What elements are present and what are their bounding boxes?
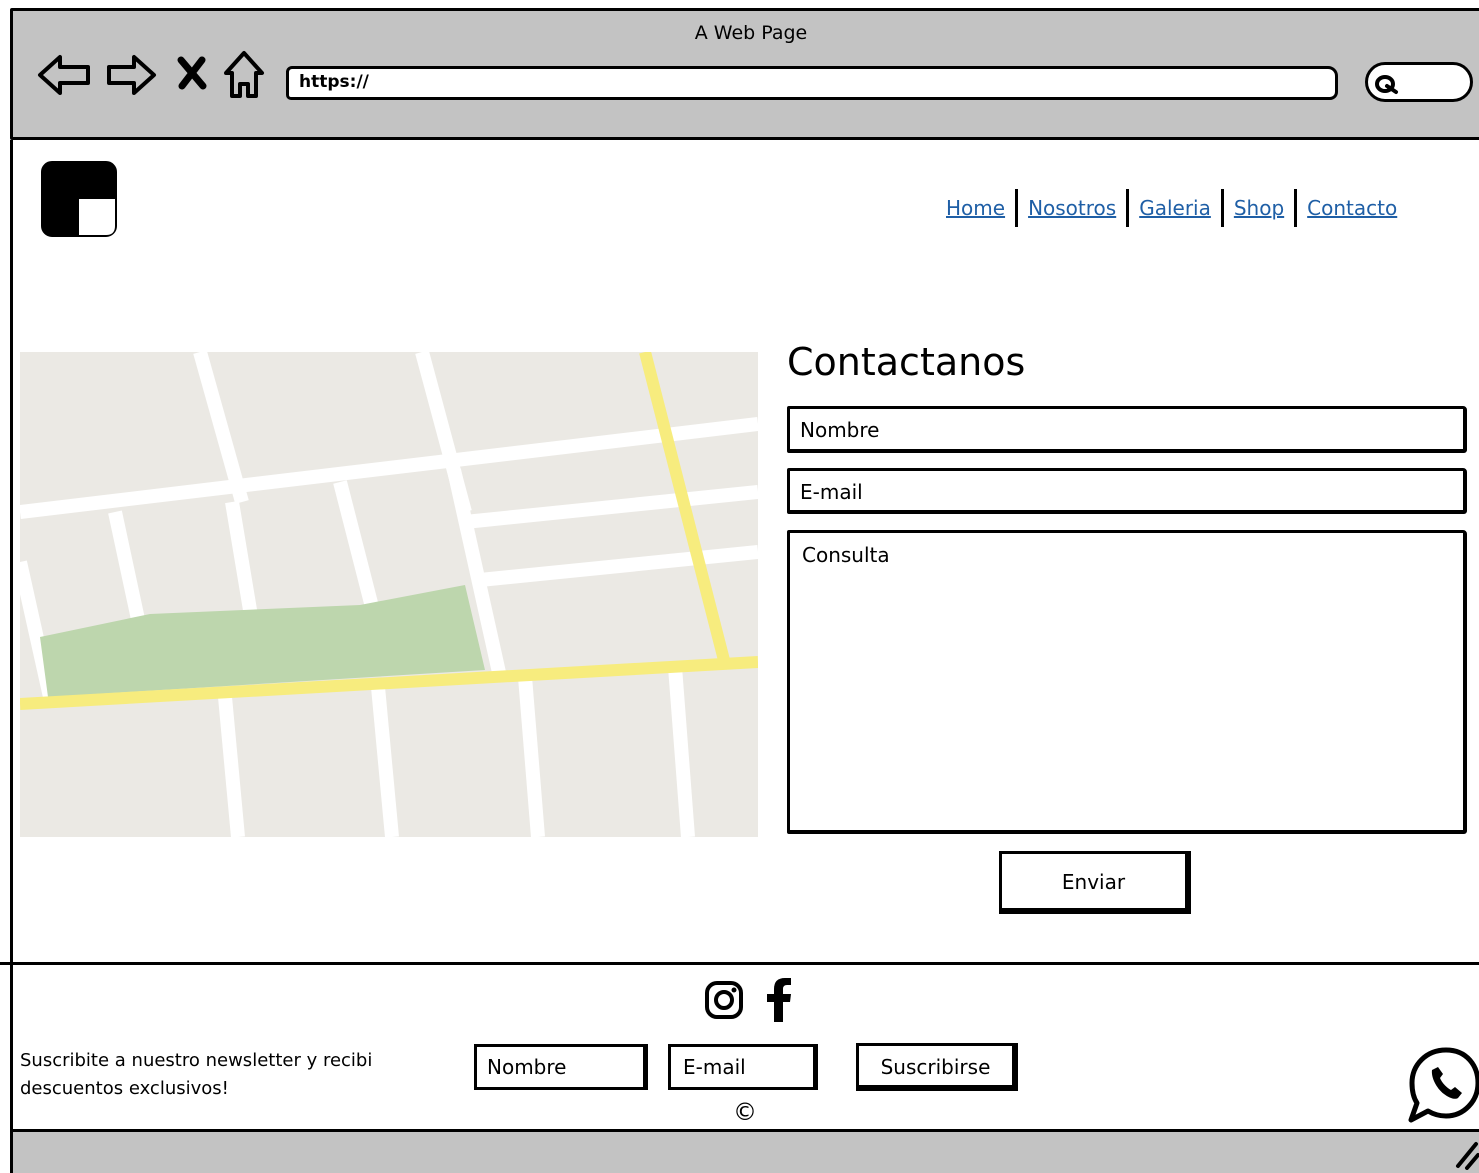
search-icon <box>1375 75 1398 94</box>
nav-link-nosotros[interactable]: Nosotros <box>1018 196 1126 220</box>
subscribe-button[interactable]: Suscribirse <box>856 1043 1018 1091</box>
contact-title: Contactanos <box>787 340 1026 384</box>
email-field[interactable]: E-mail <box>787 468 1467 514</box>
social-links <box>704 978 792 1022</box>
browser-status-bar <box>10 1129 1479 1173</box>
message-textarea[interactable]: Consulta <box>787 530 1467 834</box>
nav-link-home[interactable]: Home <box>936 196 1015 220</box>
location-map[interactable] <box>20 352 758 837</box>
facebook-icon[interactable] <box>766 978 792 1022</box>
nav-link-contacto[interactable]: Contacto <box>1297 196 1407 220</box>
site-logo[interactable] <box>40 160 118 238</box>
footer-divider <box>0 962 1479 965</box>
newsletter-text: Suscribite a nuestro newsletter y recibi… <box>20 1050 373 1099</box>
name-field[interactable]: Nombre <box>787 406 1467 453</box>
window-title: A Web Page <box>694 22 808 44</box>
url-bar[interactable]: https:// <box>286 66 1338 100</box>
whatsapp-icon[interactable] <box>1406 1046 1479 1124</box>
page-border <box>10 140 13 1140</box>
forward-arrow-icon[interactable] <box>106 52 158 98</box>
browser-search-field[interactable] <box>1365 62 1473 102</box>
resize-grip-icon[interactable] <box>1452 1140 1479 1170</box>
submit-button[interactable]: Enviar <box>999 851 1191 914</box>
nav-link-galeria[interactable]: Galeria <box>1129 196 1221 220</box>
nav-link-shop[interactable]: Shop <box>1224 196 1294 220</box>
back-arrow-icon[interactable] <box>36 52 92 98</box>
browser-window: A Web Page https:// Home Nosotros Galeri… <box>0 0 1479 1173</box>
home-icon[interactable] <box>222 50 266 102</box>
newsletter-name-field[interactable]: Nombre <box>474 1044 648 1090</box>
instagram-icon[interactable] <box>704 980 744 1020</box>
copyright-symbol: © <box>733 1098 757 1126</box>
newsletter-email-field[interactable]: E-mail <box>668 1044 818 1090</box>
main-nav: Home Nosotros Galeria Shop Contacto <box>936 188 1407 228</box>
close-icon[interactable] <box>176 56 208 90</box>
